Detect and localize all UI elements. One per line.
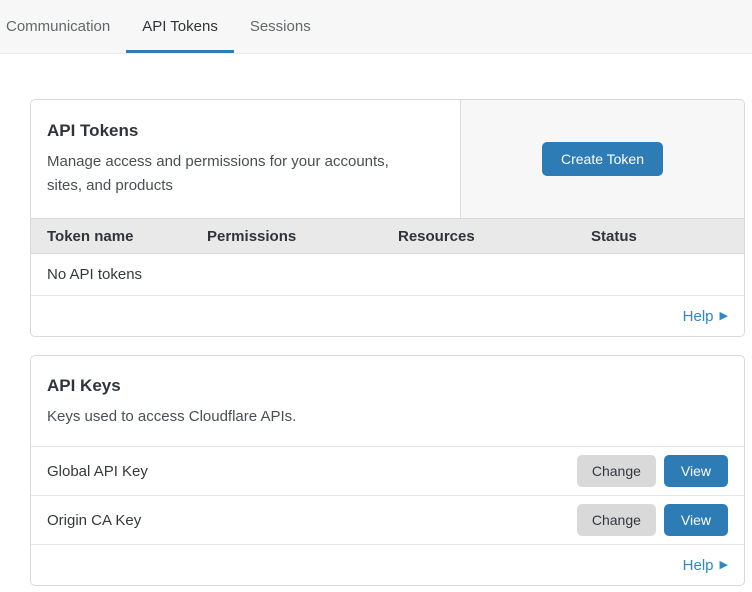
api-tokens-card: API Tokens Manage access and permissions…	[30, 99, 745, 337]
tokens-help-label: Help	[683, 308, 714, 325]
keys-help-row: Help ▶	[31, 545, 744, 585]
view-button-origin-ca-key[interactable]: View	[664, 504, 728, 536]
column-header-status: Status	[591, 228, 728, 245]
api-keys-title: API Keys	[47, 376, 728, 396]
tokens-empty-state: No API tokens	[31, 254, 744, 296]
keys-help-label: Help	[683, 557, 714, 574]
api-key-row-origin-ca: Origin CA Key Change View	[31, 496, 744, 545]
api-tokens-card-header: API Tokens Manage access and permissions…	[31, 100, 744, 218]
tokens-help-row: Help ▶	[31, 296, 744, 336]
api-key-row-global: Global API Key Change View	[31, 447, 744, 496]
change-button-global-api-key[interactable]: Change	[577, 455, 656, 487]
column-header-token-name: Token name	[47, 228, 207, 245]
api-keys-card-header: API Keys Keys used to access Cloudflare …	[31, 356, 744, 447]
api-tokens-title: API Tokens	[47, 121, 444, 141]
api-key-label: Global API Key	[47, 463, 148, 480]
api-key-label: Origin CA Key	[47, 512, 141, 529]
tokens-table-header: Token name Permissions Resources Status	[31, 218, 744, 254]
tab-api-tokens[interactable]: API Tokens	[126, 0, 234, 53]
view-button-global-api-key[interactable]: View	[664, 455, 728, 487]
column-header-permissions: Permissions	[207, 228, 398, 245]
api-key-actions: Change View	[577, 455, 728, 487]
help-arrow-icon: ▶	[720, 559, 728, 571]
api-tokens-card-action-area: Create Token	[460, 100, 744, 218]
api-tokens-description: Manage access and permissions for your a…	[47, 150, 427, 198]
column-header-resources: Resources	[398, 228, 591, 245]
change-button-origin-ca-key[interactable]: Change	[577, 504, 656, 536]
api-keys-card: API Keys Keys used to access Cloudflare …	[30, 355, 745, 586]
main-content: API Tokens Manage access and permissions…	[0, 99, 752, 586]
help-arrow-icon: ▶	[720, 310, 728, 322]
api-key-actions: Change View	[577, 504, 728, 536]
api-keys-description: Keys used to access Cloudflare APIs.	[47, 405, 427, 429]
api-tokens-card-header-text: API Tokens Manage access and permissions…	[31, 100, 460, 218]
tokens-help-link[interactable]: Help ▶	[683, 308, 728, 325]
keys-help-link[interactable]: Help ▶	[683, 557, 728, 574]
tab-bar: Communication API Tokens Sessions	[0, 0, 752, 54]
tab-sessions[interactable]: Sessions	[234, 0, 327, 53]
tab-communication[interactable]: Communication	[0, 0, 126, 53]
create-token-button[interactable]: Create Token	[542, 142, 663, 176]
